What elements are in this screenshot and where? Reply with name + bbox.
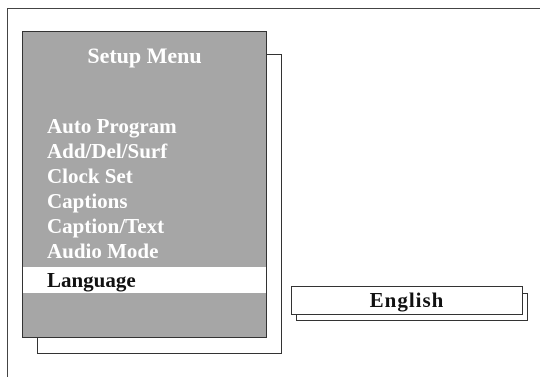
menu-item-clock-set[interactable]: Clock Set bbox=[23, 164, 266, 189]
menu-item-audio-mode[interactable]: Audio Mode bbox=[23, 239, 266, 264]
menu-item-add-del-surf[interactable]: Add/Del/Surf bbox=[23, 139, 266, 164]
setup-menu-list: Auto Program Add/Del/Surf Clock Set Capt… bbox=[23, 114, 266, 293]
menu-item-auto-program[interactable]: Auto Program bbox=[23, 114, 266, 139]
menu-item-caption-text[interactable]: Caption/Text bbox=[23, 214, 266, 239]
frame-top-border bbox=[7, 8, 540, 9]
language-value-box[interactable]: English bbox=[291, 286, 523, 315]
setup-menu-panel: Setup Menu Auto Program Add/Del/Surf Clo… bbox=[22, 31, 267, 338]
menu-item-language[interactable]: Language bbox=[23, 267, 266, 293]
menu-item-captions[interactable]: Captions bbox=[23, 189, 266, 214]
setup-menu-title: Setup Menu bbox=[87, 43, 202, 68]
frame-left-border bbox=[7, 8, 8, 377]
